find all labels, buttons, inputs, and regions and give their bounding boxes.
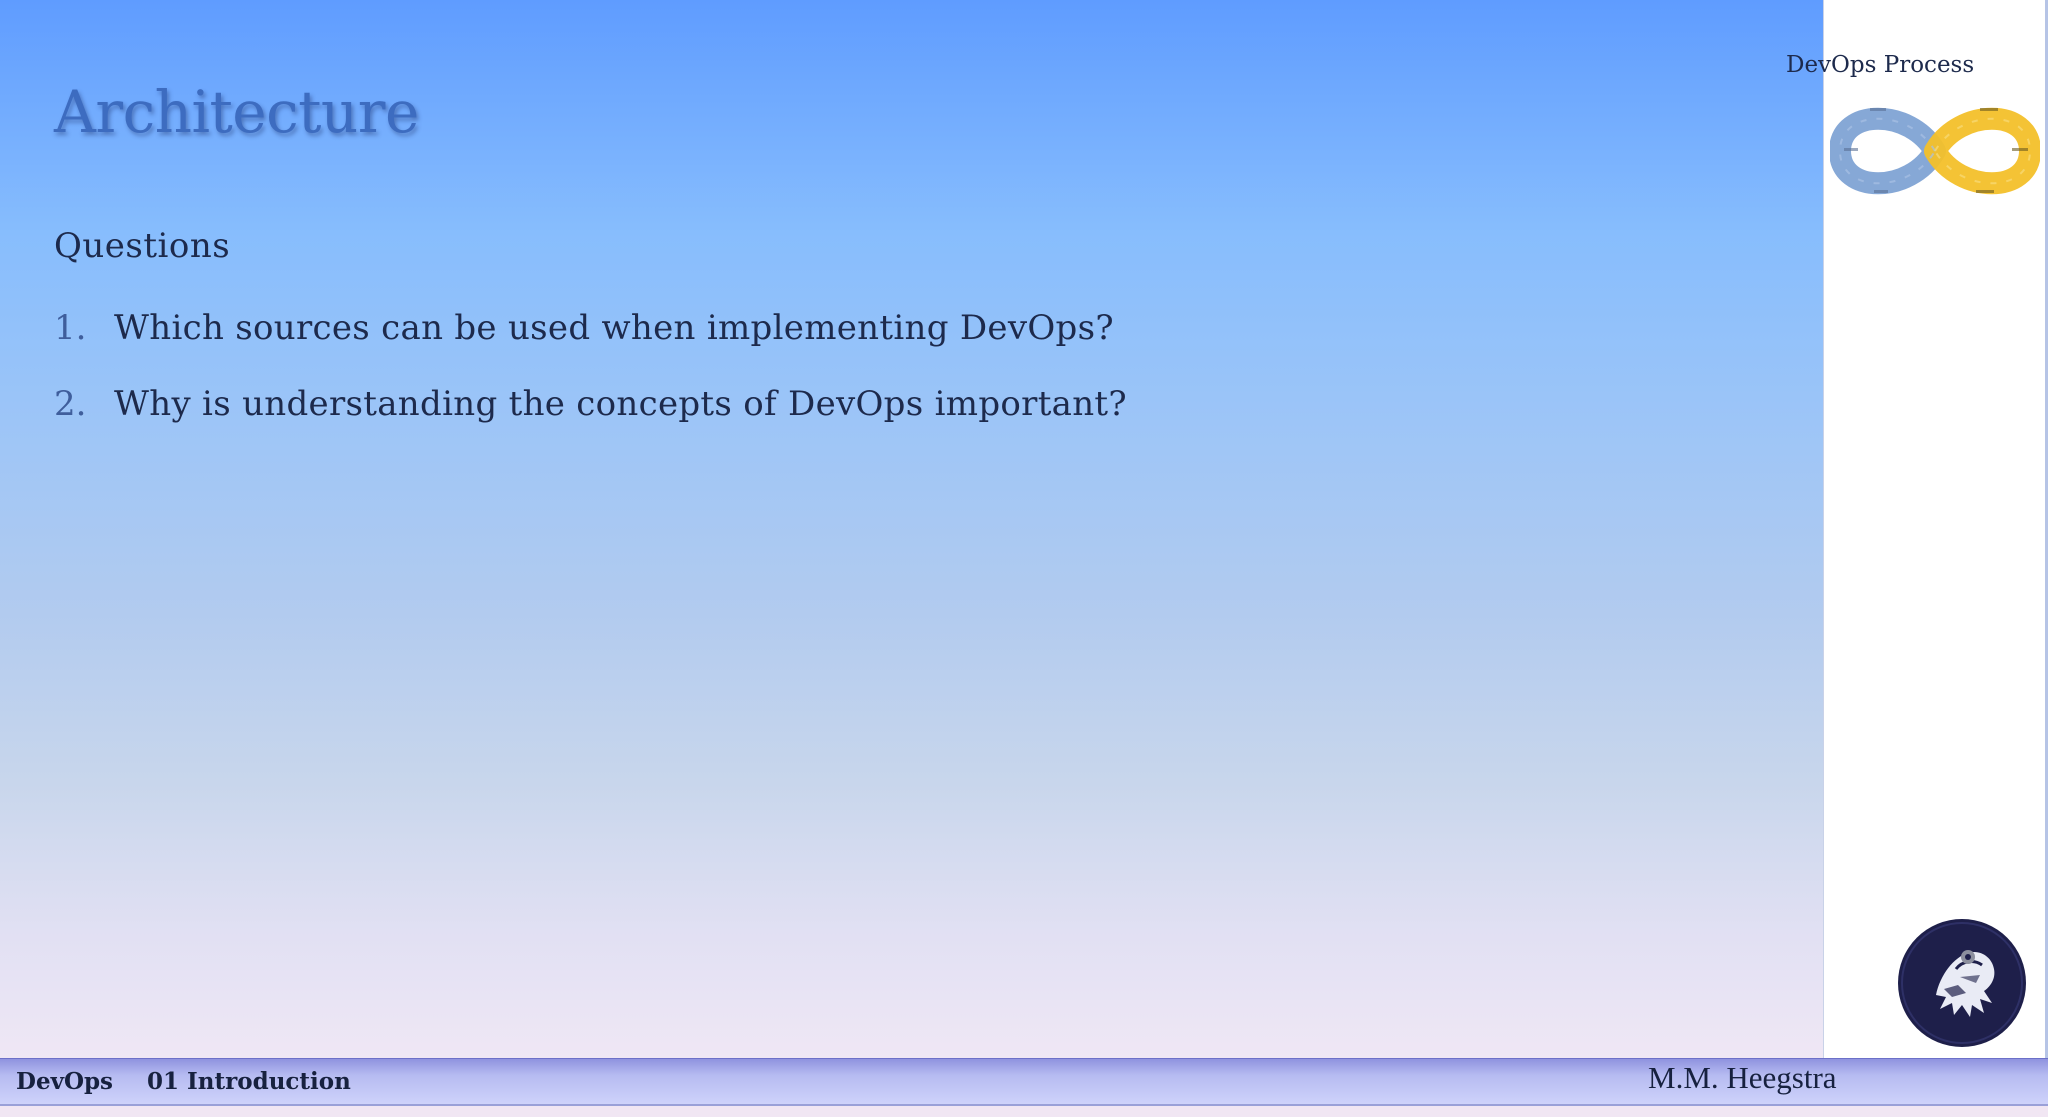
questions-heading: Questions	[54, 226, 231, 266]
list-item: 2. Why is understanding the concepts of …	[54, 384, 1127, 460]
devops-infinity-loop-icon	[1830, 107, 2040, 195]
slide-content-area	[0, 0, 1823, 1058]
list-item-number: 2.	[54, 384, 87, 424]
footer-chapter: 01 Introduction	[147, 1068, 351, 1095]
questions-list: 1. Which sources can be used when implem…	[54, 308, 1127, 460]
devops-process-caption: DevOps Process	[1786, 52, 1975, 78]
footer-strip	[0, 1104, 2048, 1117]
hawk-emblem-icon	[1898, 919, 2026, 1047]
list-item-number: 1.	[54, 308, 87, 348]
slide-title: Architecture	[54, 78, 419, 146]
footer-course: DevOps	[16, 1068, 114, 1095]
list-item: 1. Which sources can be used when implem…	[54, 308, 1127, 384]
slide: Architecture Questions 1. Which sources …	[0, 0, 2048, 1117]
footer-course-info: DevOps 01 Introduction	[16, 1068, 351, 1095]
list-item-text: Which sources can be used when implement…	[114, 308, 1114, 348]
footer-author: M.M. Heegstra	[1648, 1060, 1837, 1095]
list-item-text: Why is understanding the concepts of Dev…	[114, 384, 1127, 424]
